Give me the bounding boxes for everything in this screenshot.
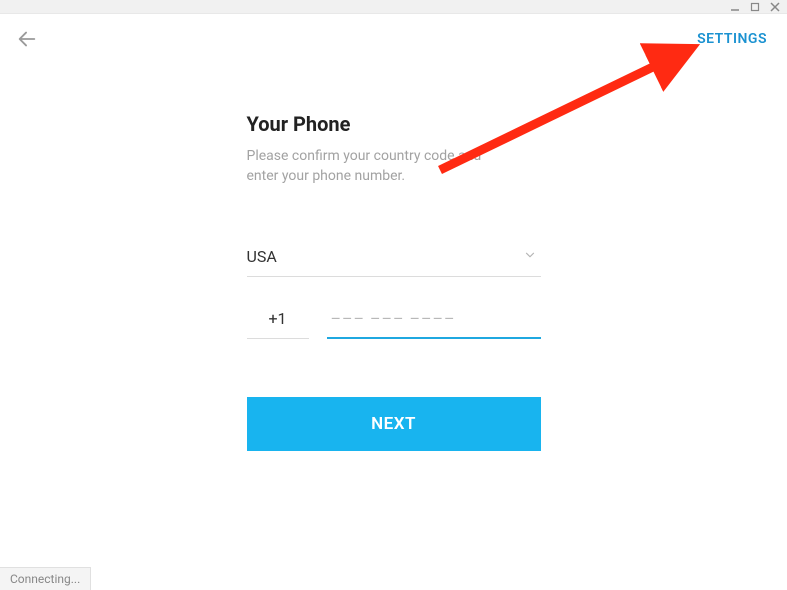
subtitle-line: Please confirm your country code and bbox=[247, 148, 482, 164]
page-title: Your Phone bbox=[247, 112, 541, 136]
settings-link[interactable]: SETTINGS bbox=[697, 31, 767, 47]
page-subtitle: Please confirm your country code and ent… bbox=[247, 146, 541, 187]
country-select[interactable]: USA bbox=[247, 247, 541, 277]
next-button[interactable]: NEXT bbox=[247, 397, 541, 451]
chevron-down-icon bbox=[523, 247, 537, 266]
main-content: Your Phone Please confirm your country c… bbox=[247, 112, 541, 451]
maximize-icon[interactable] bbox=[749, 1, 761, 13]
header-bar: SETTINGS bbox=[0, 14, 787, 50]
phone-row bbox=[247, 309, 541, 339]
country-name: USA bbox=[247, 247, 277, 266]
status-connecting: Connecting... bbox=[0, 567, 91, 590]
subtitle-line: enter your phone number. bbox=[247, 168, 406, 184]
close-icon[interactable] bbox=[769, 1, 781, 13]
minimize-icon[interactable] bbox=[729, 1, 741, 13]
phone-number-input[interactable] bbox=[327, 309, 541, 339]
back-arrow-icon[interactable] bbox=[16, 28, 38, 50]
window-titlebar bbox=[0, 0, 787, 14]
country-code-input[interactable] bbox=[247, 309, 309, 339]
